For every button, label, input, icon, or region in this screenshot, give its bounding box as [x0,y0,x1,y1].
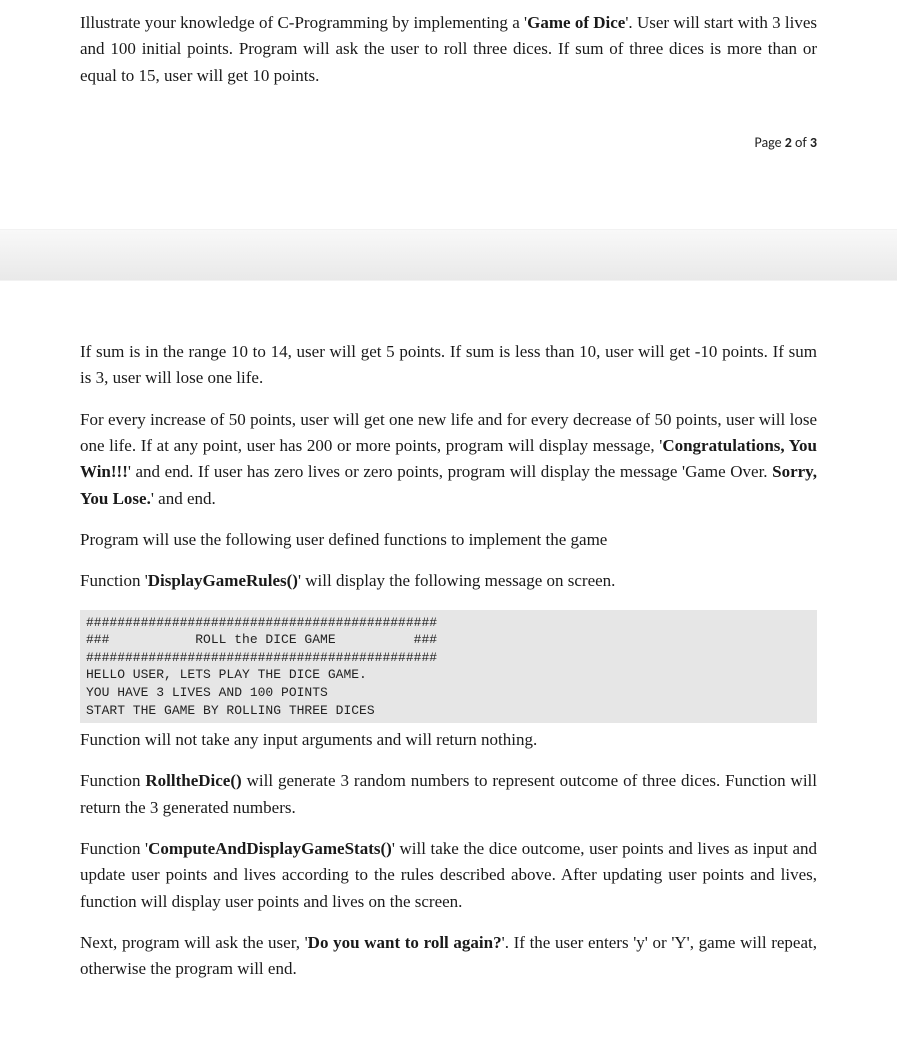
page-of: of [792,134,810,151]
paragraph-functions-intro: Program will use the following user defi… [80,527,817,553]
paragraph-lives: For every increase of 50 points, user wi… [80,407,817,512]
page-label: Page [755,134,785,151]
paragraph-rules: If sum is in the range 10 to 14, user wi… [80,339,817,392]
paragraph-rollagain: Next, program will ask the user, 'Do you… [80,930,817,983]
text: ' will display the following message on … [298,571,616,590]
page-total: 3 [810,134,817,151]
text-bold-displaygamerules: DisplayGameRules() [148,571,298,590]
paragraph-intro: Illustrate your knowledge of C-Programmi… [80,10,817,89]
page-current: 2 [785,134,792,151]
paragraph-rollthedice: Function RolltheDice() will generate 3 r… [80,768,817,821]
text: Function ' [80,839,148,858]
text: Function [80,771,145,790]
code-block: ########################################… [80,610,817,723]
paragraph-displaygamerules: Function 'DisplayGameRules()' will displ… [80,568,817,594]
text: ' and end. If user has zero lives or zer… [128,462,772,481]
gap-spacer [0,211,897,229]
page-lower: If sum is in the range 10 to 14, user wi… [0,281,897,1028]
text: Illustrate your knowledge of C-Programmi… [80,13,527,32]
text-bold-computestats: ComputeAndDisplayGameStats() [148,839,392,858]
text: Function ' [80,571,148,590]
text-bold-game-of-dice: Game of Dice [527,13,625,32]
page-number: Page 2 of 3 [80,134,817,181]
text-bold-rollthedice: RolltheDice() [145,771,241,790]
text-bold-rollagain: Do you want to roll again? [308,933,502,952]
text: ' and end. [151,489,216,508]
paragraph-noargs: Function will not take any input argumen… [80,727,817,753]
page-divider [0,229,897,281]
text: Next, program will ask the user, ' [80,933,308,952]
paragraph-computestats: Function 'ComputeAndDisplayGameStats()' … [80,836,817,915]
page-upper: Illustrate your knowledge of C-Programmi… [0,0,897,211]
